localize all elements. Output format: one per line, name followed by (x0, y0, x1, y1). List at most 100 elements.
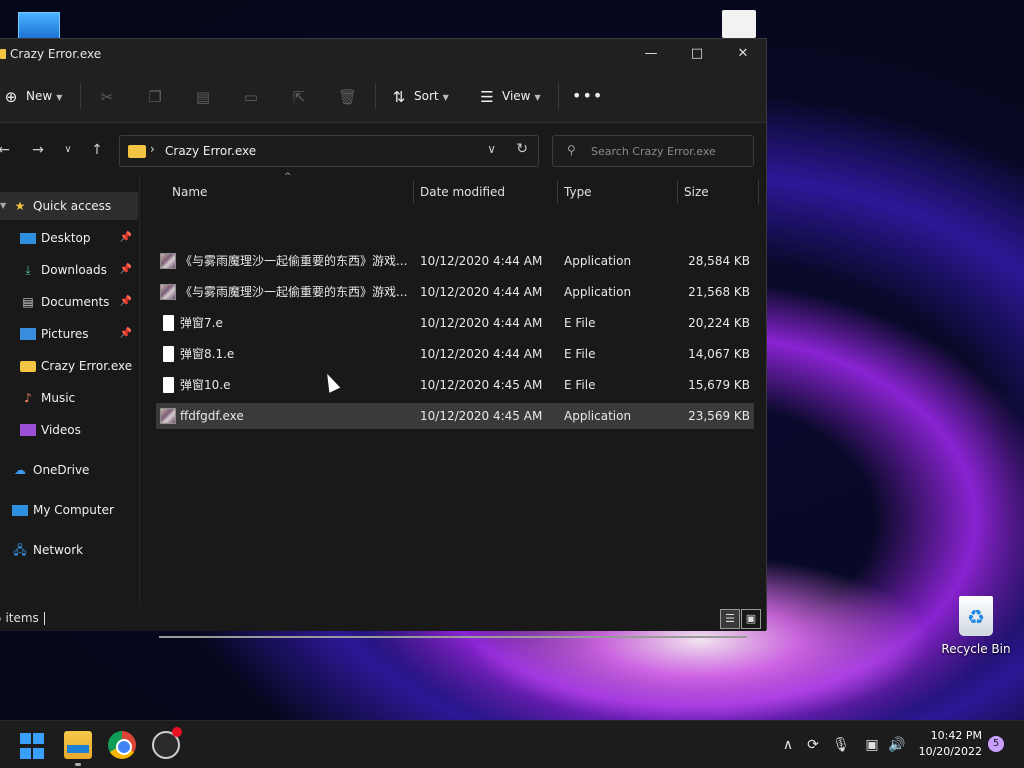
column-divider[interactable] (758, 180, 759, 204)
chrome-taskbar-button[interactable] (108, 731, 136, 759)
share-button[interactable]: ⇱ (290, 85, 308, 107)
toolbar-divider (375, 83, 376, 109)
tiles-view-button[interactable]: ▣ (741, 609, 761, 629)
sidebar-item-network[interactable]: 🖧 Network (0, 536, 138, 564)
recycle-bin-icon: ♻ (959, 596, 993, 636)
sidebar-item-documents[interactable]: ▤ Documents 📌 (0, 288, 138, 316)
sidebar-item-crazy-error[interactable]: Crazy Error.exe (0, 352, 138, 380)
sidebar-item-videos[interactable]: Videos (0, 416, 138, 444)
sidebar-item-downloads[interactable]: ⤓ Downloads 📌 (0, 256, 138, 284)
desktop-monitor-icon[interactable] (18, 12, 60, 40)
chevron-down-icon: ▼ (442, 93, 449, 102)
sidebar-item-desktop[interactable]: Desktop 📌 (0, 224, 138, 252)
chevron-down-icon: ▼ (56, 93, 63, 102)
folder-icon (128, 145, 146, 158)
forward-button[interactable]: → (28, 140, 48, 160)
sync-icon[interactable]: ⟳ (803, 735, 823, 755)
maximize-button[interactable]: □ (674, 39, 720, 69)
column-header-size[interactable]: Size (684, 176, 709, 208)
document-icon: ▤ (22, 295, 34, 309)
minimize-button[interactable]: — (628, 39, 674, 69)
search-input[interactable] (591, 143, 741, 159)
sidebar-item-my-computer[interactable]: My Computer (0, 496, 138, 524)
column-header-type[interactable]: Type (564, 176, 592, 208)
rename-icon: ▭ (243, 87, 259, 106)
desktop-file-icon[interactable] (722, 10, 756, 38)
table-row[interactable]: 弹窗8.1.e 10/12/2020 4:44 AM E File 14,067… (156, 341, 754, 367)
close-button[interactable]: ✕ (720, 39, 766, 69)
toolbar-divider (80, 83, 81, 109)
obs-taskbar-button[interactable] (152, 727, 182, 759)
recent-locations-button[interactable]: ∨ (58, 140, 78, 160)
video-icon (20, 424, 36, 436)
title-bar[interactable]: Crazy Error.exe — □ ✕ (0, 39, 766, 69)
table-row[interactable]: 弹窗10.e 10/12/2020 4:45 AM E File 15,679 … (156, 372, 754, 398)
table-row[interactable]: ffdfgdf.exe 10/12/2020 4:45 AM Applicati… (156, 403, 754, 429)
breadcrumb-current[interactable]: Crazy Error.exe (165, 144, 256, 158)
toolbar-divider (558, 83, 559, 109)
navigation-pane: ▼ ★ Quick access Desktop 📌 ⤓ Downloads 📌… (0, 176, 140, 606)
network-icon[interactable]: ▣ (862, 735, 882, 755)
column-divider[interactable] (677, 180, 678, 204)
running-indicator (75, 763, 81, 766)
application-icon (160, 408, 176, 424)
share-icon: ⇱ (292, 87, 306, 106)
chevron-down-icon: ▼ (534, 93, 541, 102)
sidebar-item-music[interactable]: ♪ Music (0, 384, 138, 412)
sidebar-item-quick-access[interactable]: ▼ ★ Quick access (0, 192, 138, 220)
tiles-view-icon: ▣ (745, 612, 757, 625)
status-bar: 5 items ☰ ▣ (0, 607, 766, 631)
sort-arrows-icon: ⇅ (392, 87, 406, 106)
back-button[interactable]: ← (0, 140, 14, 160)
horizontal-scrollbar[interactable] (159, 636, 747, 638)
scissors-icon: ✂ (100, 87, 114, 106)
column-header-name[interactable]: Name (172, 176, 207, 208)
clock-time: 10:42 PM (930, 729, 982, 742)
file-explorer-taskbar-button[interactable] (64, 731, 92, 766)
list-view-icon: ☰ (480, 87, 494, 106)
desktop-icon (20, 233, 36, 244)
cloud-icon: ☁ (14, 463, 26, 477)
show-hidden-icons-chevron-icon[interactable]: ∧ (778, 735, 798, 755)
table-row[interactable]: 弹窗7.e 10/12/2020 4:44 AM E File 20,224 K… (156, 310, 754, 336)
cut-button[interactable]: ✂ (98, 85, 116, 107)
recycle-bin-shortcut[interactable]: ♻ Recycle Bin (940, 596, 1012, 656)
address-bar[interactable]: › Crazy Error.exe ∨ ↻ (119, 135, 539, 167)
star-icon: ★ (14, 199, 26, 213)
expand-arrow-icon[interactable]: ▼ (0, 192, 6, 220)
sidebar-item-onedrive[interactable]: ☁ OneDrive (0, 456, 138, 484)
command-bar: ⊕ New ▼ ✂ ❐ ▤ ▭ ⇱ 🗑 ⇅ Sort ▼ ☰ View ▼ ••• (0, 69, 766, 123)
system-clock[interactable]: 10:42 PM 10/20/2022 (919, 728, 982, 760)
column-divider[interactable] (557, 180, 558, 204)
microphone-icon[interactable]: 🎙 (831, 735, 851, 755)
view-button[interactable]: ☰ View ▼ (478, 85, 541, 107)
up-button[interactable]: ↑ (87, 140, 107, 160)
file-icon (163, 377, 174, 393)
copy-button[interactable]: ❐ (146, 85, 164, 107)
sort-button[interactable]: ⇅ Sort ▼ (390, 85, 449, 107)
start-button[interactable] (20, 733, 48, 761)
volume-icon[interactable]: 🔊 (887, 735, 907, 755)
more-options-button[interactable]: ••• (572, 85, 603, 107)
computer-icon (12, 505, 28, 516)
details-view-icon: ☰ (725, 612, 735, 625)
clipboard-icon: ▤ (195, 87, 211, 106)
column-divider[interactable] (413, 180, 414, 204)
rename-button[interactable]: ▭ (242, 85, 260, 107)
table-row[interactable]: 《与雾雨魔理沙一起偷重要的东西》游戏... 10/12/2020 4:44 AM… (156, 248, 754, 274)
notification-badge[interactable]: 5 (988, 736, 1004, 752)
sidebar-item-pictures[interactable]: Pictures 📌 (0, 320, 138, 348)
column-header-date[interactable]: Date modified (420, 176, 505, 208)
sort-up-icon: ^ (284, 172, 292, 182)
chevron-down-icon[interactable]: ∨ (487, 142, 496, 156)
table-row[interactable]: 《与雾雨魔理沙一起偷重要的东西》游戏... 10/12/2020 4:44 AM… (156, 279, 754, 305)
navigation-row: ← → ∨ ↑ › Crazy Error.exe ∨ ↻ ⚲ (0, 124, 766, 176)
folder-icon (0, 49, 6, 59)
refresh-icon[interactable]: ↻ (516, 141, 528, 157)
new-button[interactable]: ⊕ New ▼ (2, 85, 63, 107)
pin-icon: 📌 (119, 328, 132, 339)
details-view-button[interactable]: ☰ (720, 609, 740, 629)
paste-button[interactable]: ▤ (194, 85, 212, 107)
delete-button[interactable]: 🗑 (338, 85, 357, 107)
search-box[interactable]: ⚲ (552, 135, 754, 167)
